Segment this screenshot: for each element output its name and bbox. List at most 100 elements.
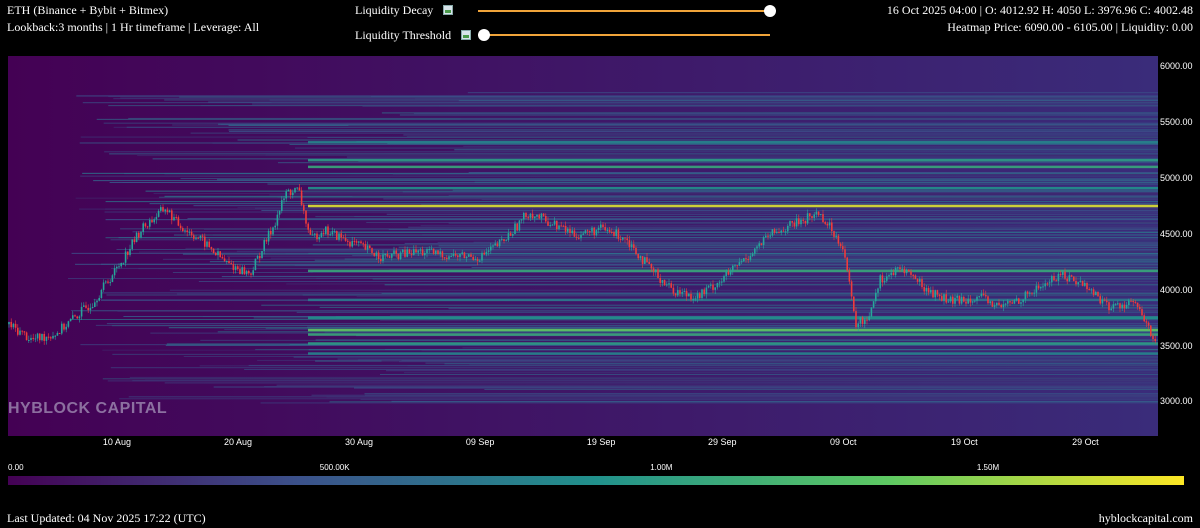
candle-body (193, 235, 195, 239)
liquidity-streak (254, 207, 1158, 209)
liquidity-heatmap[interactable] (0, 56, 1200, 436)
candle-body (351, 241, 353, 247)
candle-body (1055, 280, 1057, 282)
candle-body (441, 251, 444, 258)
candle-body (28, 339, 30, 341)
liquidity-band (308, 352, 1158, 355)
candle-body (556, 220, 558, 230)
candle-body (947, 301, 950, 303)
candle-body (914, 275, 917, 280)
candle-body (415, 249, 417, 253)
liquidity-threshold-slider[interactable] (478, 28, 778, 42)
candle-body (575, 236, 578, 238)
candle-body (727, 271, 730, 275)
candle-body (712, 284, 714, 290)
candle-body (234, 266, 237, 270)
candle-body (393, 250, 395, 254)
liquidity-streak (408, 226, 1158, 228)
candle-body (659, 277, 661, 283)
candle-body (129, 248, 131, 255)
liquidity-streak (316, 277, 1158, 279)
candle-body (967, 298, 969, 304)
candle-body (1097, 291, 1099, 297)
image-icon (443, 5, 453, 15)
candle-body (1123, 304, 1126, 309)
candle-body (859, 317, 862, 324)
candle-body (113, 268, 116, 276)
x-axis-tick: 19 Sep (586, 437, 616, 447)
liquidity-band (308, 165, 1158, 169)
candle-body (61, 323, 63, 334)
candle-body (1079, 280, 1082, 283)
candle-body (300, 190, 303, 205)
candle-body (626, 238, 628, 241)
candle-body (406, 249, 408, 257)
candle-body (919, 279, 921, 282)
candle-body (795, 218, 798, 227)
slider-handle[interactable] (478, 29, 490, 41)
candle-body (998, 302, 1000, 305)
liquidity-band (308, 342, 1158, 345)
candle-body (1084, 283, 1086, 286)
candle-body (820, 214, 822, 216)
candle-body (604, 227, 606, 231)
liquidity-streak (391, 400, 1158, 402)
candle-body (1114, 303, 1117, 305)
candle-body (105, 281, 107, 283)
candle-body (633, 244, 635, 249)
candle-body (875, 292, 877, 302)
y-axis-tick: 4500.00 (1160, 228, 1193, 239)
candle-body (397, 253, 400, 260)
candle-body (74, 315, 76, 317)
candle-body (215, 253, 217, 256)
candle-body (934, 290, 936, 298)
liquidity-streak (190, 132, 1158, 134)
candle-body (965, 301, 967, 304)
candle-body (685, 290, 688, 297)
candle-body (107, 281, 109, 283)
liquidity-streak (401, 359, 1158, 361)
candle-body (674, 293, 677, 296)
candle-body (1136, 302, 1139, 307)
candle-body (331, 231, 334, 235)
candle-body (292, 192, 294, 195)
x-axis-tick: 30 Aug (345, 437, 374, 447)
candle-body (729, 270, 732, 275)
liquidity-streak (244, 368, 1158, 370)
candle-body (879, 275, 881, 289)
candle-body (175, 217, 177, 219)
candle-body (217, 251, 219, 256)
candle-body (1130, 300, 1132, 302)
candle-body (1024, 291, 1027, 300)
liquidity-streak (385, 370, 1158, 372)
candle-body (894, 268, 897, 276)
liquidity-streak (198, 281, 1158, 283)
liquidity-streak (467, 92, 1158, 94)
x-axis-tick: 29 Sep (707, 437, 737, 447)
candle-body (677, 290, 679, 296)
candle-body (985, 295, 987, 297)
slider-handle[interactable] (764, 5, 776, 17)
liquidity-streak (398, 246, 1158, 248)
color-scale-tick: 500.00K (319, 463, 350, 472)
liquidity-streak (396, 256, 1158, 258)
candle-body (595, 229, 598, 236)
liquidity-streak (264, 250, 1159, 252)
candle-body (373, 252, 375, 256)
candle-body (344, 238, 347, 241)
candle-body (168, 210, 171, 213)
candle-body (111, 275, 114, 283)
candle-body (430, 248, 433, 250)
candle-body (417, 250, 419, 253)
liquidity-streak (104, 151, 1158, 153)
candle-body (943, 294, 945, 301)
liquidity-streak (379, 373, 1159, 375)
candle-body (485, 251, 488, 255)
liquidity-decay-slider[interactable] (478, 4, 778, 18)
liquidity-streak (75, 197, 1159, 199)
site-link[interactable]: hyblockcapital.com (1099, 511, 1193, 526)
candle-body (437, 250, 439, 255)
candle-body (476, 259, 479, 261)
liquidity-streak (180, 178, 1159, 180)
candle-body (582, 233, 584, 235)
